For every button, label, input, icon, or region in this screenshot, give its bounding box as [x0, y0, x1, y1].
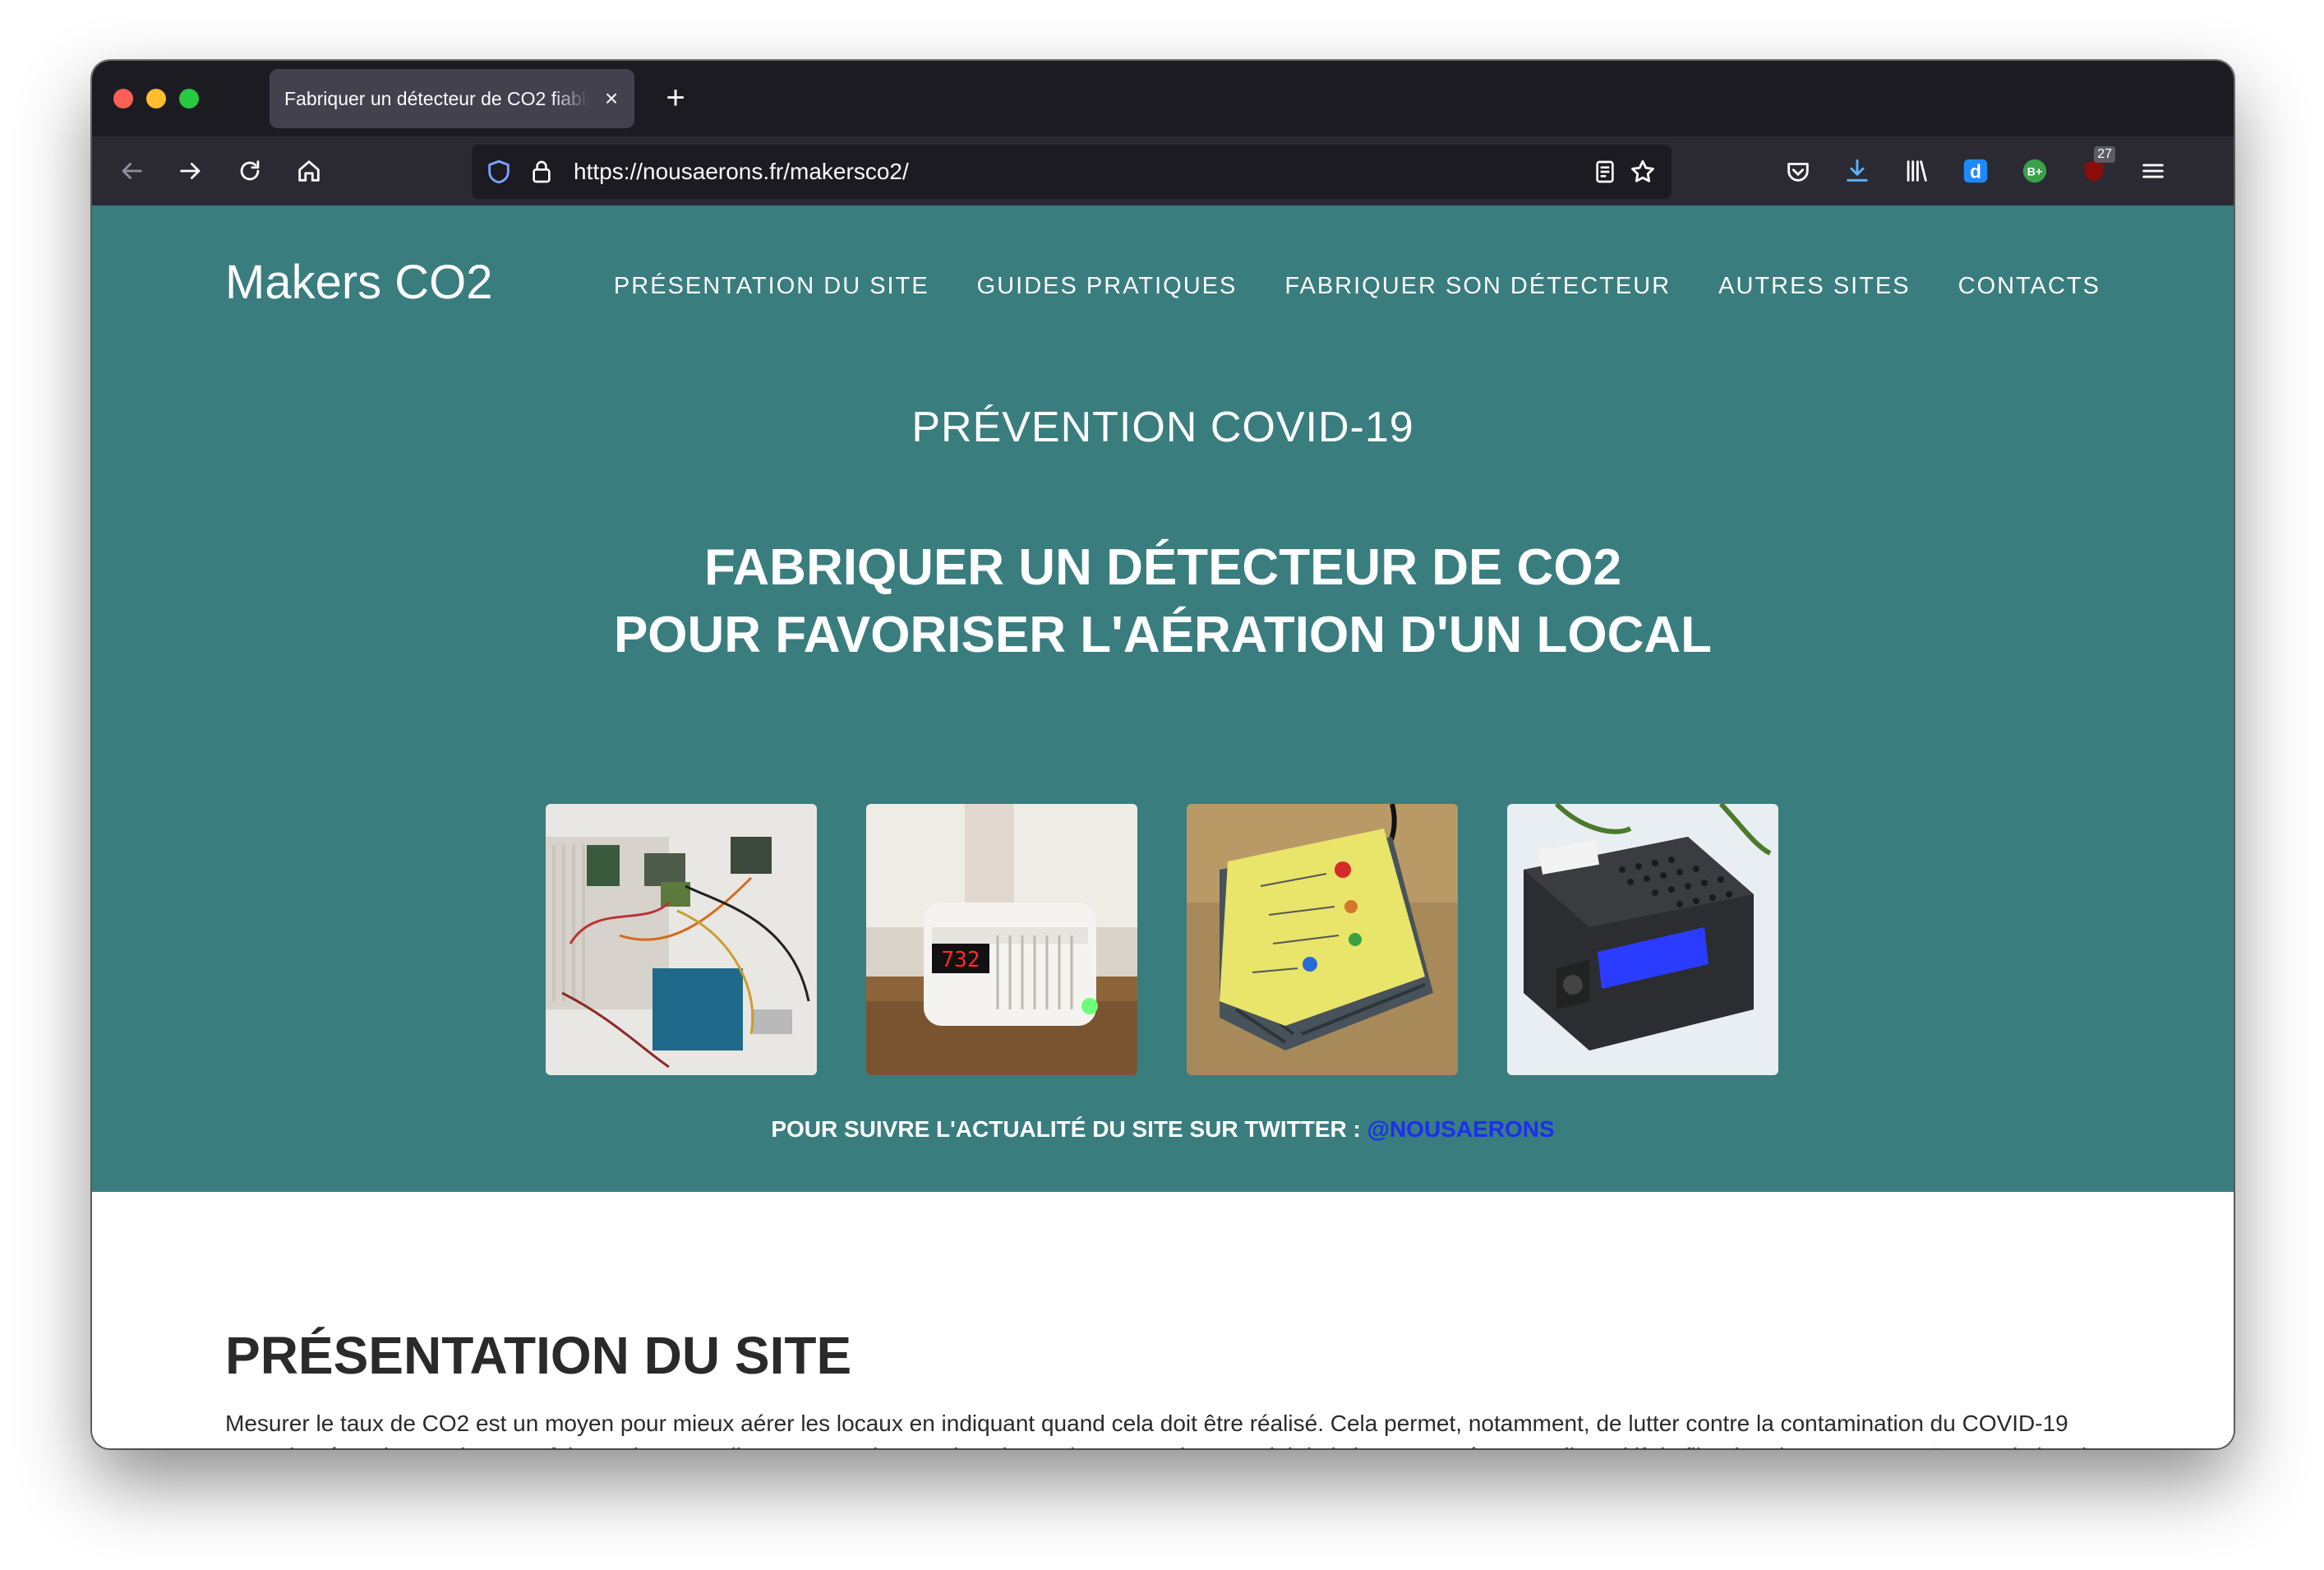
lock-icon[interactable]: [526, 156, 557, 187]
photo-black-case-lcd[interactable]: [1507, 804, 1778, 1075]
presentation-paragraph: Mesurer le taux de CO2 est un moyen pour…: [225, 1411, 2100, 1448]
twitter-follow-text: POUR SUIVRE L'ACTUALITÉ DU SITE SUR TWIT…: [771, 1116, 1361, 1142]
pocket-icon[interactable]: [1780, 153, 1816, 189]
photo-white-case[interactable]: 732: [866, 804, 1137, 1075]
new-tab-button[interactable]: +: [656, 79, 695, 118]
twitter-follow-line: POUR SUIVRE L'ACTUALITÉ DU SITE SUR TWIT…: [92, 1116, 2234, 1143]
headline-line-1: FABRIQUER UN DÉTECTEUR DE CO2: [703, 539, 1622, 596]
hero-headline: FABRIQUER UN DÉTECTEUR DE CO2 POUR FAVOR…: [92, 534, 2234, 669]
photo-display-value: 732: [942, 948, 980, 972]
zoom-window-button[interactable]: [179, 89, 199, 109]
tab-strip: Fabriquer un détecteur de CO2 fiable × +: [92, 61, 2234, 136]
web-page: Makers CO2 PRÉSENTATION DU SITE GUIDES P…: [92, 205, 2234, 1448]
extension-badge: 27: [2094, 146, 2115, 163]
nav-guides[interactable]: GUIDES PRATIQUES: [977, 273, 1238, 300]
minimize-window-button[interactable]: [146, 89, 166, 109]
photo-breadboard[interactable]: [546, 804, 817, 1075]
address-bar[interactable]: https://nousaerons.fr/makersco2/: [472, 145, 1672, 199]
reader-view-icon[interactable]: [1589, 156, 1621, 187]
home-icon[interactable]: [291, 153, 327, 189]
nav-presentation[interactable]: PRÉSENTATION DU SITE: [614, 273, 929, 300]
back-arrow-icon[interactable]: [113, 153, 150, 189]
presentation-heading: PRÉSENTATION DU SITE: [225, 1326, 852, 1385]
download-icon[interactable]: [1839, 153, 1875, 189]
nav-build-detector[interactable]: FABRIQUER SON DÉTECTEUR: [1284, 273, 1671, 300]
nav-contacts[interactable]: CONTACTS: [1958, 273, 2100, 300]
nav-other-sites[interactable]: AUTRES SITES: [1718, 273, 1911, 300]
close-window-button[interactable]: [113, 89, 133, 109]
main-navigation: PRÉSENTATION DU SITE GUIDES PRATIQUES FA…: [566, 273, 2100, 300]
photo-gallery: 732: [546, 804, 1780, 1075]
hero-kicker: PRÉVENTION COVID-19: [911, 404, 1414, 451]
twitter-handle-link[interactable]: @NOUSAERONS: [1367, 1116, 1555, 1142]
tab-title: Fabriquer un détecteur de CO2 fiable: [284, 87, 588, 109]
photo-yellow-label-box[interactable]: [1187, 804, 1458, 1075]
hero-section: Makers CO2 PRÉSENTATION DU SITE GUIDES P…: [92, 205, 2234, 1192]
extension-d-icon[interactable]: d: [1957, 153, 1994, 189]
forward-arrow-icon[interactable]: [173, 153, 209, 189]
svg-text:B+: B+: [2027, 166, 2043, 179]
site-title[interactable]: Makers CO2: [225, 255, 493, 310]
close-tab-icon[interactable]: ×: [600, 87, 623, 110]
library-icon[interactable]: [1898, 153, 1934, 189]
navigation-toolbar: https://nousaerons.fr/makersco2/ d B+ 27: [92, 136, 2234, 205]
browser-window: Fabriquer un détecteur de CO2 fiable × +…: [92, 61, 2234, 1448]
headline-line-2: POUR FAVORISER L'AÉRATION D'UN LOCAL: [613, 607, 1713, 663]
bookmark-star-icon[interactable]: [1627, 156, 1658, 187]
svg-text:d: d: [1970, 161, 1981, 182]
extension-ublock-icon[interactable]: 27: [2076, 146, 2115, 189]
extension-bplus-icon[interactable]: B+: [2017, 153, 2053, 189]
menu-icon[interactable]: [2135, 153, 2171, 189]
reload-icon[interactable]: [232, 153, 268, 189]
active-tab[interactable]: Fabriquer un détecteur de CO2 fiable ×: [270, 69, 634, 128]
url-text[interactable]: https://nousaerons.fr/makersco2/: [574, 145, 909, 199]
shield-icon[interactable]: [483, 156, 514, 187]
